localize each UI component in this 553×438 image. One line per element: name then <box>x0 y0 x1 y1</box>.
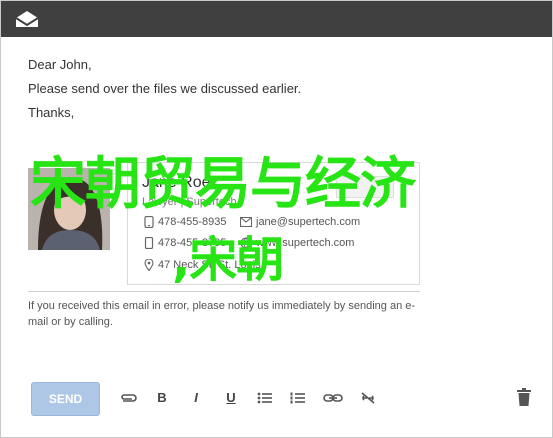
attach-icon[interactable] <box>118 390 138 406</box>
italic-button[interactable]: I <box>190 390 202 406</box>
email-icon <box>239 217 253 228</box>
bold-button[interactable]: B <box>155 390 169 406</box>
send-button[interactable]: SEND <box>31 382 100 416</box>
signature-divider <box>28 291 420 292</box>
email-disclaimer: If you received this email in error, ple… <box>28 300 416 328</box>
underline-button[interactable]: U <box>224 390 238 406</box>
mobile-icon <box>144 236 154 250</box>
compose-icon[interactable] <box>14 9 40 29</box>
link-icon[interactable] <box>323 390 343 406</box>
email-greeting: Dear John, <box>28 57 92 72</box>
overlay-subheadline: ,宋朝 <box>172 232 284 288</box>
email-closing: Thanks, <box>28 105 75 120</box>
numbered-list-icon[interactable] <box>290 390 306 406</box>
overlay-headline: 宋朝贸易与经济 <box>30 152 416 217</box>
title-bar <box>1 1 552 37</box>
bullet-list-icon[interactable] <box>257 390 273 406</box>
location-pin-icon <box>144 258 154 272</box>
email-body-line: Please send over the files we discussed … <box>28 81 302 96</box>
unlink-icon[interactable] <box>360 390 376 406</box>
trash-icon[interactable] <box>517 388 531 406</box>
